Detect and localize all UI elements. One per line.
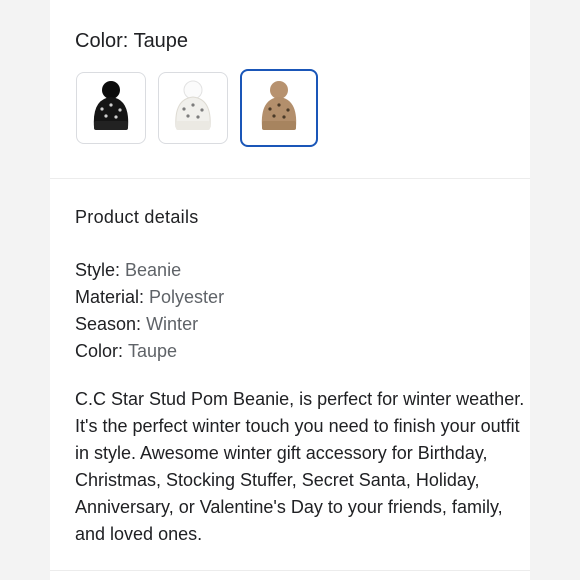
spec-key: Style: [75,260,121,280]
color-heading: Color: Taupe [75,30,188,53]
color-swatches [76,69,318,147]
beanie-taupe-icon [261,81,297,130]
spec-row-material: Material: Polyester [75,284,224,311]
spec-value: Taupe [128,341,178,361]
beanie-black-icon [93,81,129,130]
spec-value: Beanie [125,260,182,280]
spec-row-season: Season: Winter [75,311,224,338]
spec-key: Season: [75,314,142,334]
spec-key: Material: [75,287,145,307]
swatch-black[interactable] [76,72,146,144]
spec-list: Style: Beanie Material: Polyester Season: W… [75,257,224,365]
spec-row-color: Color: Taupe [75,338,224,365]
color-label: Color: [75,30,129,52]
bottom-divider [50,570,530,571]
spec-key: Color: [75,341,124,361]
product-description: C.C Star Stud Pom Beanie, is perfect for… [75,389,525,544]
selected-color: Taupe [133,30,189,52]
spec-value: Winter [146,314,199,334]
product-details-title: Product details [75,207,199,227]
swatch-taupe[interactable] [240,69,318,147]
beanie-white-icon [175,80,211,130]
product-panel: Color: Taupe Product details Style: Bean… [50,0,530,580]
section-divider [50,178,530,179]
spec-row-style: Style: Beanie [75,257,224,284]
spec-value: Polyester [149,287,225,307]
swatch-white[interactable] [158,72,228,144]
